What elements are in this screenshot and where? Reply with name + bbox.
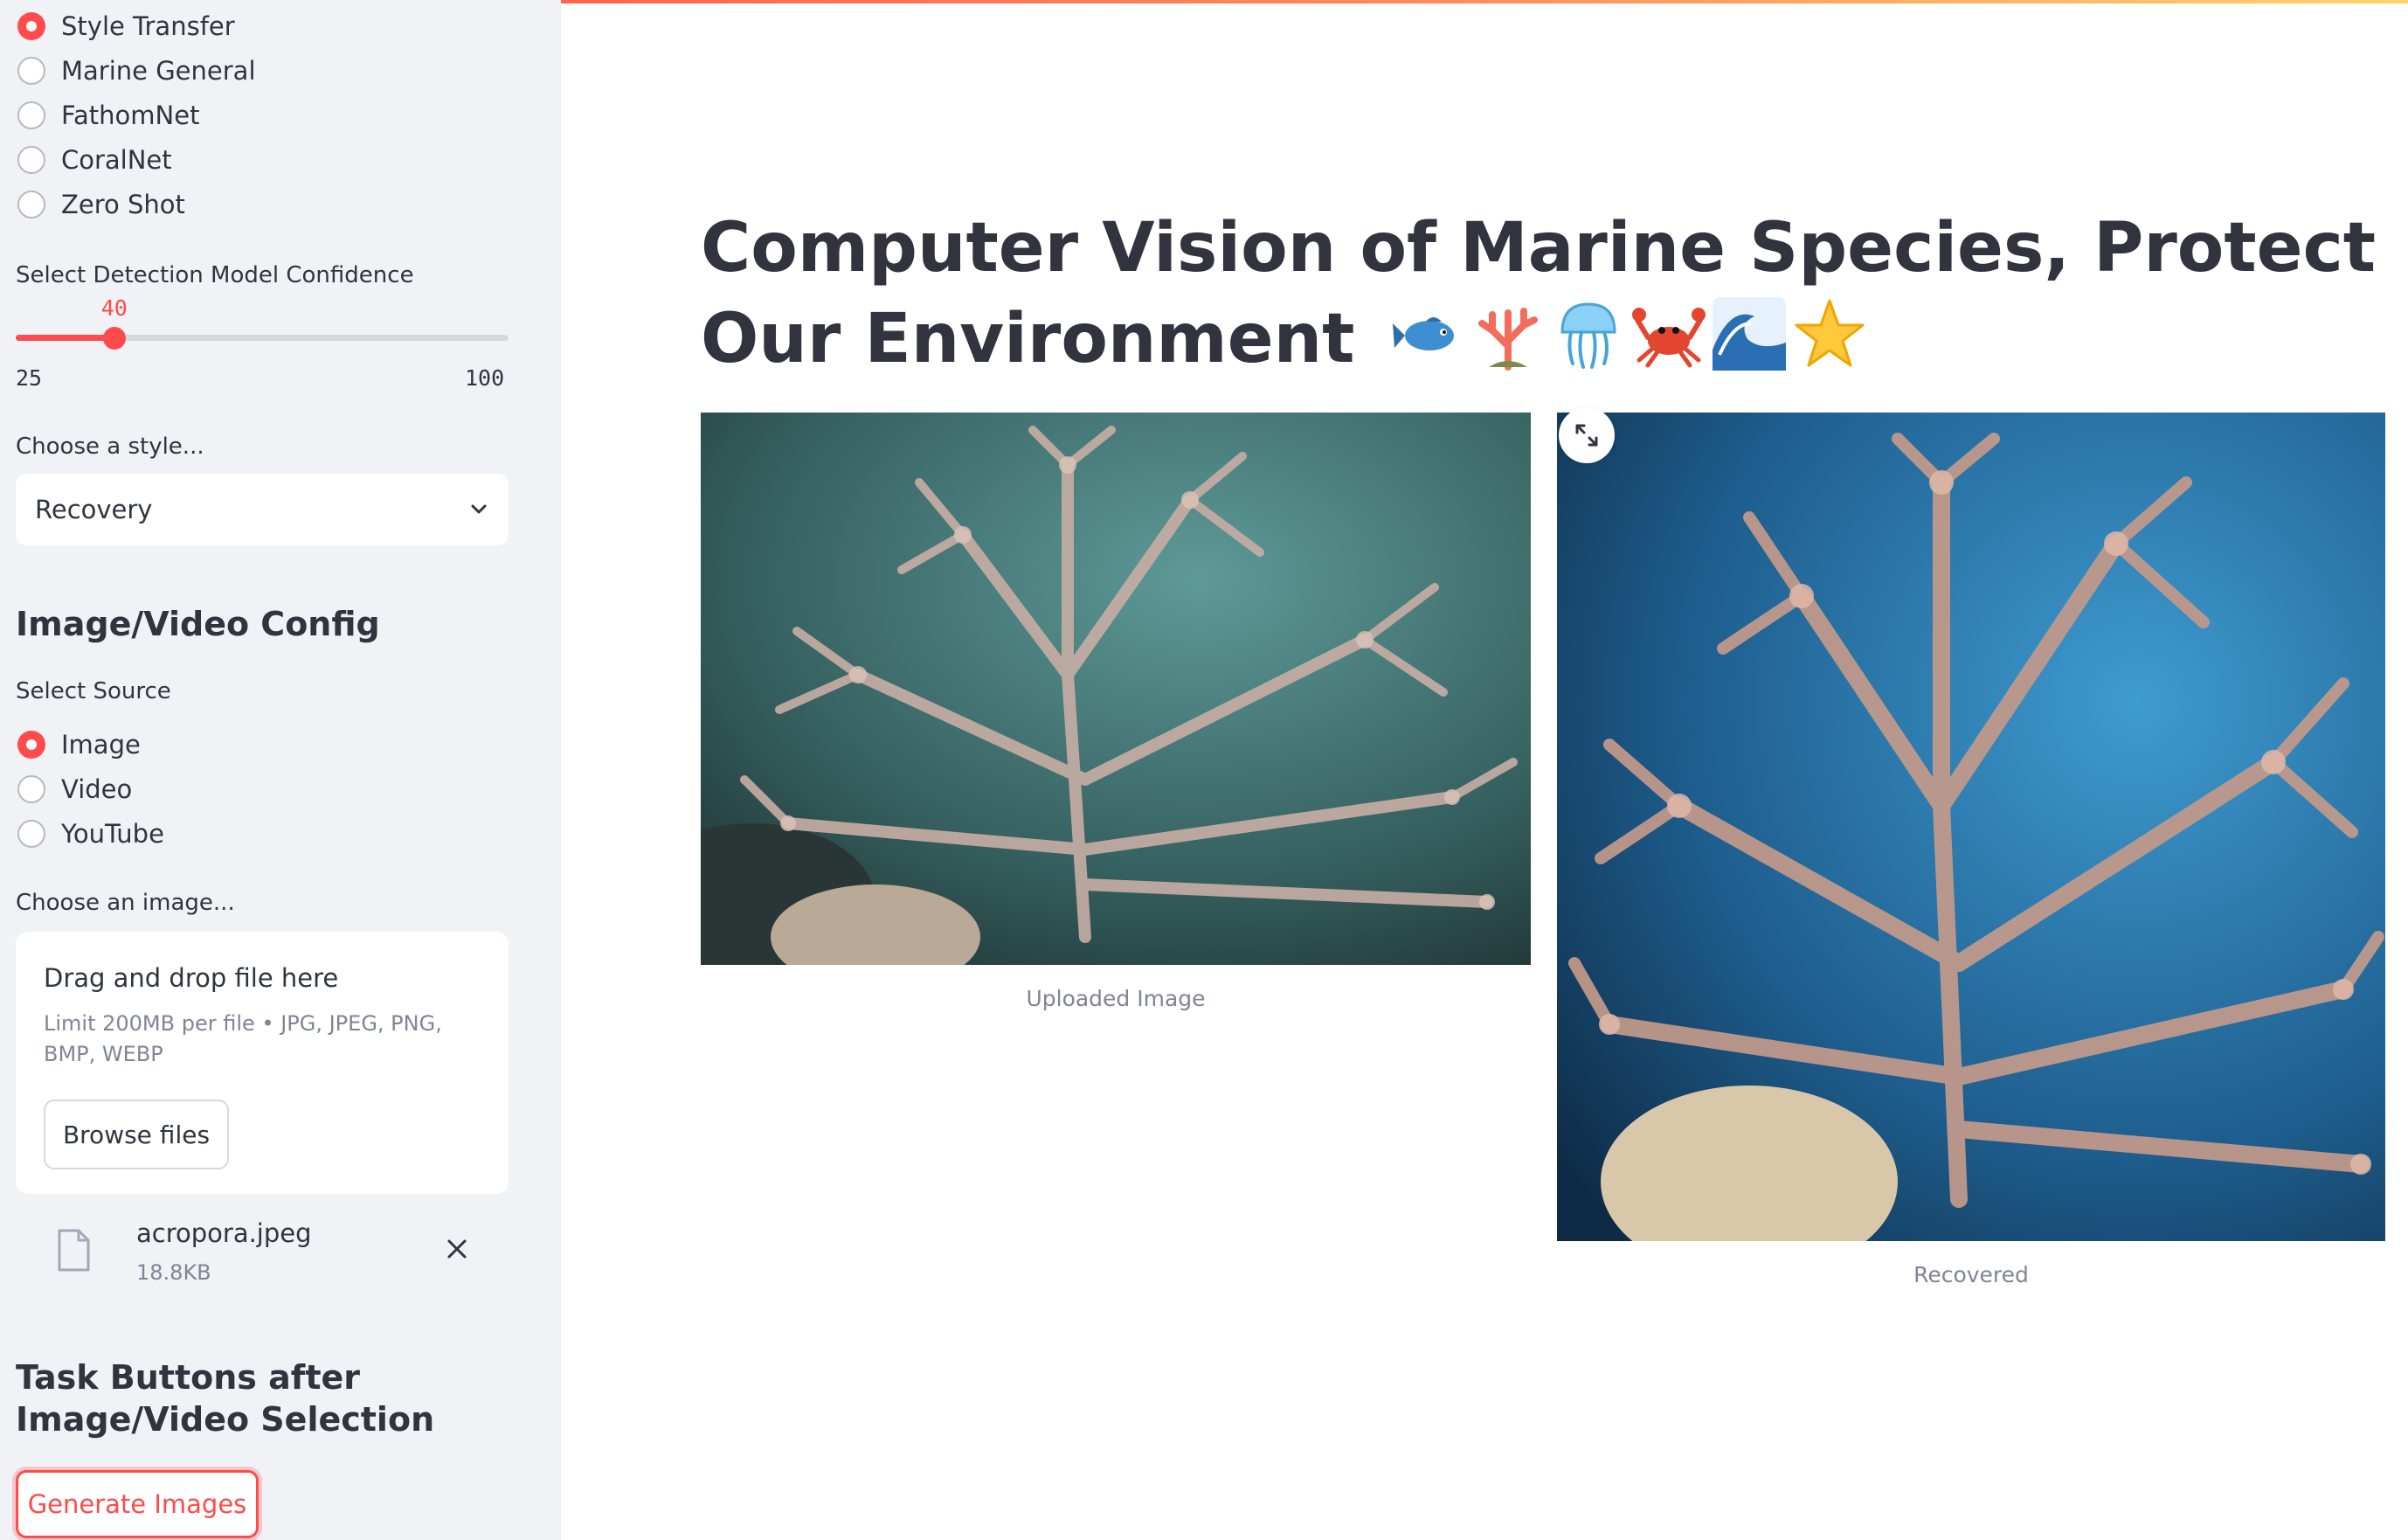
radio-label: Image	[61, 730, 141, 760]
source-radio-video[interactable]: Video	[17, 770, 132, 808]
radio-unchecked-icon	[17, 820, 45, 848]
jellyfish-icon	[1560, 302, 1616, 369]
style-select[interactable]: Recovery	[16, 474, 509, 545]
close-icon[interactable]	[444, 1236, 470, 1262]
model-radio-fathomnet[interactable]: FathomNet	[17, 96, 199, 135]
recovered-image	[1557, 413, 2385, 1241]
radio-label: Zero Shot	[61, 190, 185, 219]
source-radio-image[interactable]: Image	[17, 725, 141, 764]
file-name: acropora.jpeg	[136, 1218, 312, 1248]
recovered-image-caption: Recovered	[1913, 1262, 2029, 1287]
radio-label: FathomNet	[61, 101, 200, 130]
sidebar: Style Transfer Marine General FathomNet …	[0, 0, 561, 1540]
confidence-slider-label: Select Detection Model Confidence	[16, 262, 414, 288]
star-icon	[1795, 299, 1865, 367]
wave-icon	[1712, 297, 1786, 371]
radio-checked-icon	[17, 731, 45, 759]
uploaded-file-item: acropora.jpeg 18.8KB	[16, 1206, 509, 1290]
coral-photo-original	[701, 413, 1531, 965]
radio-label: YouTube	[61, 819, 164, 849]
generate-images-button[interactable]: Generate Images	[16, 1470, 259, 1538]
dropzone-title: Drag and drop file here	[44, 963, 339, 993]
model-radio-zero-shot[interactable]: Zero Shot	[17, 185, 185, 224]
style-select-value: Recovery	[35, 495, 153, 524]
model-radio-style-transfer[interactable]: Style Transfer	[17, 7, 235, 45]
page-title: Computer Vision of Marine Species, Prote…	[701, 203, 2378, 385]
uploaded-image-caption: Uploaded Image	[1026, 986, 1206, 1011]
chevron-down-icon	[471, 504, 487, 514]
file-dropzone[interactable]: Drag and drop file here Limit 200MB per …	[16, 932, 509, 1194]
source-radio-youtube[interactable]: YouTube	[17, 815, 164, 853]
slider-min-value: 25	[16, 365, 43, 391]
uploaded-image	[701, 413, 1531, 965]
slider-thumb[interactable]	[102, 327, 126, 350]
style-select-label: Choose a style...	[16, 434, 204, 460]
radio-unchecked-icon	[17, 57, 45, 85]
coral-icon	[1477, 308, 1538, 371]
slider-max-value: 100	[465, 365, 505, 391]
image-video-config-title: Image/Video Config	[16, 605, 380, 643]
radio-unchecked-icon	[17, 775, 45, 803]
title-emojis	[1391, 297, 1866, 371]
slider-fill	[16, 335, 114, 341]
radio-checked-icon	[17, 12, 45, 40]
task-buttons-title: Task Buttons after Image/Video Selection	[16, 1358, 435, 1439]
radio-unchecked-icon	[17, 191, 45, 219]
expand-icon	[1575, 424, 1598, 447]
radio-unchecked-icon	[17, 146, 45, 174]
radio-label: Video	[61, 774, 133, 804]
fish-icon	[1392, 317, 1454, 350]
radio-label: Marine General	[61, 56, 256, 86]
fullscreen-button[interactable]	[1559, 407, 1615, 463]
confidence-slider[interactable]	[16, 327, 509, 350]
radio-label: Style Transfer	[61, 11, 235, 41]
coral-photo-recovered	[1557, 413, 2385, 1241]
model-radio-marine-general[interactable]: Marine General	[17, 52, 256, 90]
radio-unchecked-icon	[17, 101, 45, 129]
uploader-label: Choose an image...	[16, 890, 235, 916]
source-label: Select Source	[16, 678, 171, 704]
file-icon	[58, 1229, 90, 1272]
model-radio-coralnet[interactable]: CoralNet	[17, 141, 172, 179]
dropzone-hint: Limit 200MB per file • JPG, JPEG, PNG, B…	[44, 1011, 442, 1066]
radio-label: CoralNet	[61, 145, 172, 175]
browse-files-button[interactable]: Browse files	[44, 1100, 229, 1169]
file-size: 18.8KB	[136, 1260, 211, 1285]
slider-current-value: 40	[100, 295, 128, 321]
crab-icon	[1631, 308, 1706, 368]
